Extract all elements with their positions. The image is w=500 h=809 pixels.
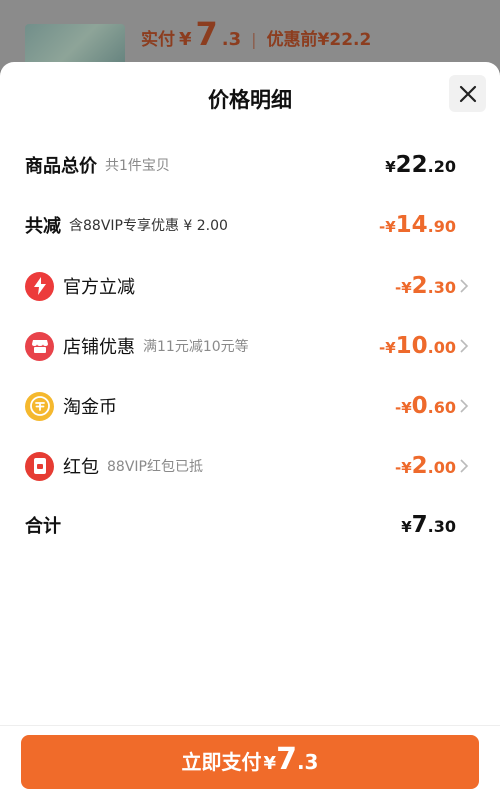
row-amount: ¥ 7 .30 xyxy=(401,505,456,545)
row-amount: -¥ 0 .60 xyxy=(395,386,456,426)
row-amount: -¥ 14 .90 xyxy=(379,205,456,245)
price-detail-sheet: 价格明细 商品总价 共1件宝贝 ¥ 22 .20 共减 含88VIP专享优惠 ¥… xyxy=(0,62,500,809)
row-amount: ¥ 22 .20 xyxy=(385,145,456,185)
amount-prefix: -¥ xyxy=(394,459,412,477)
chevron-right-icon xyxy=(460,339,469,353)
row-sub: 满11元减10元等 xyxy=(143,339,249,355)
amount-prefix: -¥ xyxy=(394,399,412,417)
chevron-right-icon xyxy=(460,459,469,473)
row-label: 红包 xyxy=(63,457,99,478)
lightning-icon xyxy=(25,271,54,301)
amount-prefix: -¥ xyxy=(378,339,396,357)
row-label: 合计 xyxy=(25,516,61,537)
row-sub: 含88VIP专享优惠 ¥ 2.00 xyxy=(69,218,228,234)
pay-amount-int: 7 xyxy=(195,15,218,53)
row-tao-coin[interactable]: 淘金币 -¥ 0 .60 xyxy=(0,386,500,426)
row-label: 商品总价 xyxy=(25,156,97,177)
amount-int: 2 xyxy=(411,273,428,299)
row-total-discount: 共减 含88VIP专享优惠 ¥ 2.00 -¥ 14 .90 xyxy=(0,205,500,245)
pay-button-dec: .3 xyxy=(296,750,319,774)
amount-int: 14 xyxy=(395,212,428,238)
close-button[interactable] xyxy=(449,75,486,112)
amount-dec: .90 xyxy=(427,217,456,236)
row-red-packet[interactable]: 红包 88VIP红包已抵 -¥ 2 .00 xyxy=(0,446,500,486)
amount-int: 22 xyxy=(395,152,428,178)
pay-label: 实付 xyxy=(141,30,175,50)
amount-dec: .60 xyxy=(427,398,456,417)
sheet-title: 价格明细 xyxy=(208,88,292,112)
row-sub: 88VIP红包已抵 xyxy=(107,459,203,475)
amount-int: 0 xyxy=(411,393,428,419)
row-total-price: 商品总价 共1件宝贝 ¥ 22 .20 xyxy=(0,145,500,185)
original-price: 优惠前¥22.2 xyxy=(266,30,372,50)
row-label: 店铺优惠 xyxy=(63,337,135,358)
currency-symbol: ¥ xyxy=(179,29,192,50)
pay-now-button[interactable]: 立即支付 ¥ 7 .3 xyxy=(21,735,479,789)
row-amount: -¥ 2 .30 xyxy=(395,266,456,306)
chevron-right-icon xyxy=(460,399,469,413)
amount-int: 2 xyxy=(411,453,428,479)
row-label: 共减 xyxy=(25,216,61,237)
row-label: 淘金币 xyxy=(63,397,117,418)
coin-icon xyxy=(25,391,54,421)
red-packet-icon xyxy=(25,451,54,481)
amount-dec: .00 xyxy=(427,338,456,357)
row-label: 官方立减 xyxy=(63,277,135,298)
pay-button-currency: ¥ xyxy=(263,753,277,774)
amount-dec: .30 xyxy=(427,278,456,297)
footer-divider xyxy=(0,725,500,726)
row-amount: -¥ 2 .00 xyxy=(395,446,456,486)
close-icon xyxy=(459,85,476,102)
shop-icon xyxy=(25,331,54,361)
row-amount: -¥ 10 .00 xyxy=(379,326,456,366)
amount-int: 10 xyxy=(395,333,428,359)
amount-prefix: ¥ xyxy=(401,518,412,536)
amount-prefix: -¥ xyxy=(394,279,412,297)
row-shop-discount[interactable]: 店铺优惠 满11元减10元等 -¥ 10 .00 xyxy=(0,326,500,366)
row-sub: 共1件宝贝 xyxy=(105,158,170,174)
amount-dec: .20 xyxy=(427,157,456,176)
amount-prefix: -¥ xyxy=(378,218,396,236)
amount-prefix: ¥ xyxy=(385,158,396,176)
row-grand-total: 合计 ¥ 7 .30 xyxy=(0,505,500,545)
pay-button-label: 立即支付 xyxy=(181,750,262,774)
separator: | xyxy=(251,30,257,49)
pay-amount-dec: .3 xyxy=(221,29,242,50)
chevron-right-icon xyxy=(460,279,469,293)
background-price-summary: 实付 ¥ 7 .3 | 优惠前¥22.2 xyxy=(141,18,371,50)
row-official-discount[interactable]: 官方立减 -¥ 2 .30 xyxy=(0,266,500,306)
amount-dec: .00 xyxy=(427,458,456,477)
amount-int: 7 xyxy=(411,512,428,538)
amount-dec: .30 xyxy=(427,517,456,536)
pay-button-int: 7 xyxy=(276,742,297,777)
